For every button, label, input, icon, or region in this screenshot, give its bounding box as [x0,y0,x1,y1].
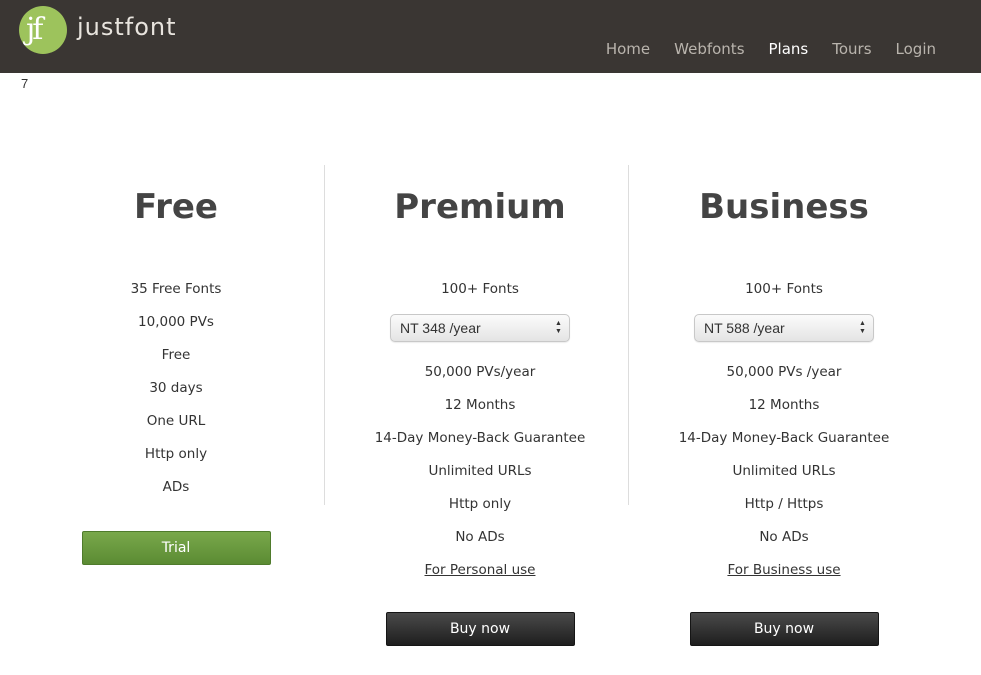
personal-use-link[interactable]: For Personal use [328,562,632,595]
feature-item: 100+ Fonts [745,281,823,297]
plan-business: Business 100+ Fonts NT 588 /year ▲ ▼ 50,0… [632,165,936,646]
feature-item: No ADs [759,529,809,545]
nav-plans[interactable]: Plans [769,40,809,58]
feature-item: 14-Day Money-Back Guarantee [374,430,586,446]
price-select[interactable]: NT 588 /year ▲ ▼ [694,314,874,342]
feature-item: 10,000 PVs [138,314,214,330]
feature-item: 14-Day Money-Back Guarantee [678,430,890,446]
plans-table: Free 35 Free Fonts 10,000 PVs Free 30 da… [24,165,936,646]
feature-item: 12 Months [748,397,820,413]
feature-item: No ADs [455,529,505,545]
plan-title: Premium [394,187,566,227]
feature-item: Unlimited URLs [428,463,532,479]
select-arrows-icon: ▲ ▼ [859,320,866,335]
feature-item: 50,000 PVs /year [726,364,842,380]
feature-item: 50,000 PVs/year [424,364,536,380]
feature-item: Http only [448,496,512,512]
feature-item: 30 days [149,380,203,396]
nav-webfonts[interactable]: Webfonts [674,40,744,58]
feature-item: Unlimited URLs [732,463,836,479]
buy-now-button[interactable]: Buy now [689,612,879,646]
feature-item: Free [161,347,191,363]
plan-premium: Premium 100+ Fonts NT 348 /year ▲ ▼ 50,00… [328,165,632,646]
feature-list: 35 Free Fonts 10,000 PVs Free 30 days On… [24,281,328,512]
feature-item: 100+ Fonts [441,281,519,297]
nav-tours[interactable]: Tours [832,40,871,58]
price-select[interactable]: NT 348 /year ▲ ▼ [390,314,570,342]
buy-now-button[interactable]: Buy now [385,612,575,646]
price-select-value: NT 348 /year [400,320,481,336]
brand-logo[interactable]: jf justfont [19,6,177,54]
plan-title: Business [699,187,869,227]
price-select-value: NT 588 /year [704,320,785,336]
business-use-link[interactable]: For Business use [632,562,936,595]
nav-home[interactable]: Home [606,40,650,58]
stray-text: 7 [21,76,29,91]
feature-item: ADs [162,479,190,495]
select-arrows-icon: ▲ ▼ [555,320,562,335]
plan-title: Free [134,187,218,227]
brand-name: justfont [77,13,177,41]
feature-list: 100+ Fonts NT 588 /year ▲ ▼ 50,000 PVs /y… [632,281,936,595]
feature-item: 12 Months [444,397,516,413]
feature-item: Http only [144,446,208,462]
feature-item: One URL [146,413,206,429]
nav-login[interactable]: Login [896,40,936,58]
feature-item: 35 Free Fonts [130,281,222,297]
plan-free: Free 35 Free Fonts 10,000 PVs Free 30 da… [24,165,328,565]
trial-button[interactable]: Trial [81,531,271,565]
main-nav: Home Webfonts Plans Tours Login [582,40,936,58]
logo-icon: jf [19,6,67,54]
feature-list: 100+ Fonts NT 348 /year ▲ ▼ 50,000 PVs/ye… [328,281,632,595]
top-header: jf justfont Home Webfonts Plans Tours Lo… [0,0,981,73]
feature-item: Http / Https [744,496,824,512]
